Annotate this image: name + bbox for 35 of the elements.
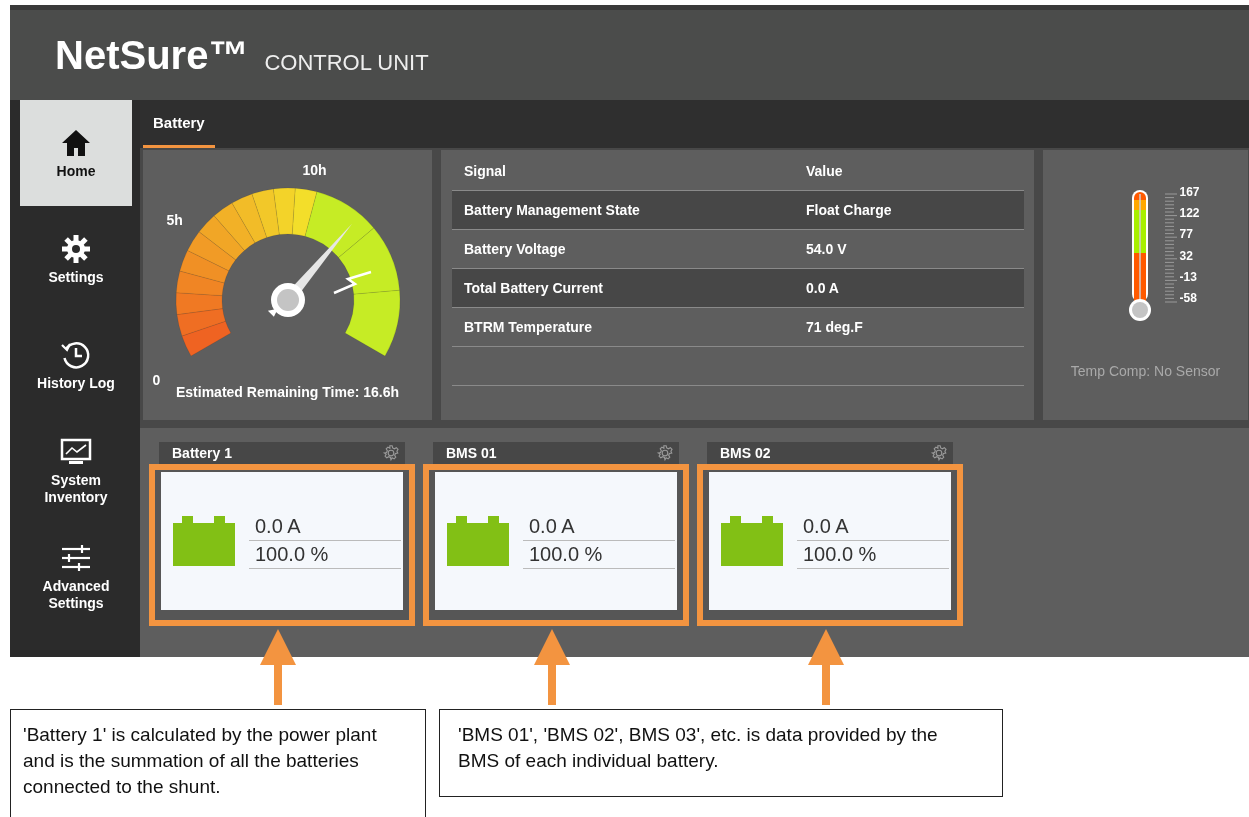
callout-text: 'BMS 01', 'BMS 02', BMS 03', etc. is data provided by the BMS of each individual battery.	[439, 709, 1003, 797]
column-header: Value	[805, 163, 843, 179]
card-title: Battery 1	[172, 445, 232, 461]
card-title: BMS 01	[446, 445, 497, 461]
gauge-tick-label: 5h	[166, 212, 183, 228]
scale-label: 32	[1179, 248, 1194, 263]
table-cell-text: 54.0 V	[805, 241, 847, 257]
gauge-caption: Estimated Remaining Time: 16.6h	[176, 384, 399, 400]
scale-label: 122	[1179, 206, 1200, 221]
charge-value: 100.0 %	[523, 541, 675, 569]
gauge-tick-label: 0	[152, 372, 161, 388]
table-cell-text: Total Battery Current	[463, 280, 604, 296]
table-cell-text: Float Charge	[805, 202, 892, 218]
current-value: 0.0 A	[523, 513, 675, 541]
scale-label: 167	[1179, 185, 1200, 199]
table-cell-text: 71 deg.F	[805, 319, 863, 335]
app-subtitle: CONTROL UNIT	[264, 50, 429, 76]
scale-label: -13	[1179, 269, 1198, 284]
card-title: BMS 02	[720, 445, 771, 461]
table-cell-text: Battery Voltage	[463, 241, 567, 257]
logo-text: NetSure™	[55, 32, 249, 78]
current-value: 0.0 A	[797, 513, 949, 541]
callout-text: 'Battery 1' is calculated by the power plant and is the summation of all the batteries connected to the shunt.	[10, 709, 426, 817]
table-cell-text: 0.0 A	[805, 280, 839, 296]
scale-label: 77	[1179, 227, 1194, 242]
current-value: 0.0 A	[249, 513, 401, 541]
charge-value: 100.0 %	[797, 541, 949, 569]
sidebar-item[interactable]: Home	[20, 100, 132, 206]
charge-value: 100.0 %	[249, 541, 401, 569]
temp-comp-status: Temp Comp: No Sensor	[1070, 363, 1221, 379]
column-header: Signal	[463, 163, 507, 179]
gauge-tick-label: 10h	[302, 162, 327, 178]
table-cell-text: BTRM Temperature	[463, 319, 594, 335]
table-cell-text: Battery Management State	[463, 202, 641, 218]
scale-label: -58	[1179, 290, 1198, 305]
